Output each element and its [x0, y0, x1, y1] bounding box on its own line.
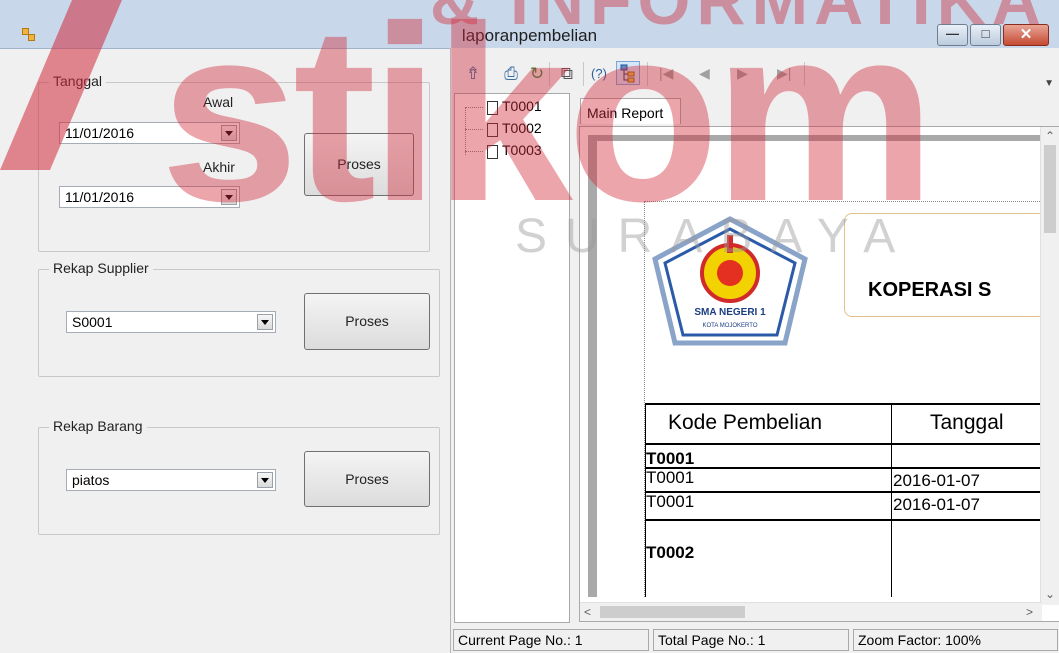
report-page: SMA NEGERI 1 KOTA MOJOKERTO KOPERASI S K… — [597, 141, 1042, 597]
report-viewer: ⇮ ⎙ ↻ ⧉ (?) |◀ ◀ ▶ ▶| ▼ T0001 T0002 T000… — [450, 48, 1059, 653]
window-title: laporanpembelian — [461, 26, 598, 45]
last-page-icon[interactable]: ▶| — [777, 65, 791, 82]
awal-label: Awal — [203, 94, 234, 110]
table-rule — [645, 403, 1042, 405]
viewer-toolbar: ⇮ ⎙ ↻ ⧉ (?) |◀ ◀ ▶ ▶| ▼ — [451, 48, 1059, 92]
previous-page-icon[interactable]: ◀ — [699, 65, 710, 82]
first-page-icon[interactable]: |◀ — [659, 65, 673, 82]
barang-dropdown-button[interactable] — [257, 472, 273, 488]
akhir-date-picker[interactable]: 11/01/2016 — [59, 186, 240, 208]
chevron-down-icon — [261, 478, 269, 483]
document-icon — [487, 123, 498, 137]
minimize-button[interactable]: — — [937, 24, 968, 46]
logo-subtext: KOTA MOJOKERTO — [702, 323, 757, 329]
column-header: Tanggal — [930, 411, 1004, 434]
supplier-dropdown-button[interactable] — [257, 314, 273, 330]
horizontal-scroll-thumb[interactable] — [600, 606, 745, 618]
table-cell: T0001 — [646, 468, 695, 487]
table-rule — [645, 491, 1042, 493]
minimize-icon: — — [946, 26, 959, 41]
awal-dropdown-button[interactable] — [221, 125, 237, 141]
zoom-status: Zoom Factor: 100% — [853, 629, 1058, 651]
supplier-proses-button[interactable]: Proses — [304, 293, 430, 350]
toolbar-separator — [583, 62, 584, 86]
group-header: T0002 — [646, 543, 695, 562]
close-icon: ✕ — [1019, 26, 1033, 43]
barang-combo[interactable]: piatos — [66, 469, 276, 491]
awal-date-value: 11/01/2016 — [65, 125, 135, 141]
supplier-value: S0001 — [72, 314, 113, 330]
tree-branch — [465, 129, 483, 130]
maximize-button[interactable]: □ — [970, 24, 1001, 46]
window-controls: — □ ✕ — [935, 24, 1049, 46]
tree-icon — [620, 64, 635, 83]
vertical-scrollbar[interactable]: ⌃ ⌄ — [1040, 127, 1059, 605]
supplier-combo[interactable]: S0001 — [66, 311, 276, 333]
tree-item-label: T0002 — [502, 120, 542, 136]
copy-icon[interactable]: ⧉ — [557, 64, 577, 84]
group-tree: T0001 T0002 T0003 — [454, 93, 570, 623]
horizontal-scrollbar[interactable]: < > — [580, 602, 1042, 621]
current-page-status: Current Page No.: 1 — [453, 629, 649, 651]
tab-main-report[interactable]: Main Report — [580, 98, 681, 124]
vertical-scroll-thumb[interactable] — [1044, 145, 1056, 233]
toolbar-separator — [647, 62, 648, 86]
table-rule — [645, 519, 1042, 521]
barang-legend: Rekap Barang — [49, 418, 147, 434]
table-cell: 2016-01-07 — [893, 471, 980, 490]
chevron-down-icon — [225, 131, 233, 136]
tree-branch — [465, 107, 483, 108]
report-canvas: SMA NEGERI 1 KOTA MOJOKERTO KOPERASI S K… — [579, 126, 1059, 622]
page-margin-line — [644, 201, 1042, 202]
barang-proses-button[interactable]: Proses — [304, 451, 430, 507]
tree-connector — [465, 108, 466, 155]
akhir-label: Akhir — [203, 159, 235, 175]
group-header: T0001 — [646, 449, 695, 468]
print-icon[interactable]: ⎙ — [501, 64, 521, 84]
scroll-right-icon[interactable]: > — [1026, 605, 1033, 619]
document-icon — [487, 101, 498, 115]
tanggal-proses-button[interactable]: Proses — [304, 133, 414, 196]
next-page-icon[interactable]: ▶ — [737, 65, 748, 82]
toolbar-overflow-icon[interactable]: ▼ — [1044, 78, 1054, 89]
tree-branch — [465, 151, 483, 152]
tree-item-label: T0003 — [502, 142, 542, 158]
company-name: KOPERASI S — [868, 279, 992, 301]
table-rule — [645, 443, 1042, 445]
akhir-date-value: 11/01/2016 — [65, 189, 135, 205]
scroll-left-icon[interactable]: < — [584, 605, 591, 619]
table-cell: 2016-01-07 — [893, 495, 980, 514]
document-icon — [487, 145, 498, 159]
maximize-icon: □ — [981, 26, 990, 41]
column-header: Kode Pembelian — [668, 411, 823, 434]
school-logo: SMA NEGERI 1 KOTA MOJOKERTO — [652, 216, 808, 346]
supplier-legend: Rekap Supplier — [49, 260, 153, 276]
table-rule — [645, 467, 1042, 469]
barang-value: piatos — [72, 472, 110, 488]
status-bar: Current Page No.: 1 Total Page No.: 1 Zo… — [451, 627, 1059, 653]
scroll-up-icon[interactable]: ⌃ — [1045, 129, 1055, 143]
tree-item-label: T0001 — [502, 98, 542, 114]
table-cell: T0001 — [646, 492, 695, 511]
help-icon[interactable]: (?) — [589, 64, 609, 84]
total-page-status: Total Page No.: 1 — [653, 629, 849, 651]
table-rule — [891, 403, 892, 597]
tanggal-legend: Tanggal — [49, 73, 107, 89]
close-button[interactable]: ✕ — [1003, 24, 1049, 46]
export-icon[interactable]: ⇮ — [463, 64, 483, 84]
group-tree-toggle[interactable] — [616, 61, 640, 85]
title-bar: laporanpembelian — □ ✕ — [0, 0, 1059, 49]
akhir-dropdown-button[interactable] — [221, 189, 237, 205]
awal-date-picker[interactable]: 11/01/2016 — [59, 122, 240, 144]
logo-text: SMA NEGERI 1 — [694, 307, 766, 318]
toolbar-separator — [804, 62, 805, 86]
refresh-icon[interactable]: ↻ — [527, 64, 547, 84]
toolbar-separator — [549, 62, 550, 86]
chevron-down-icon — [261, 320, 269, 325]
scroll-down-icon[interactable]: ⌄ — [1045, 587, 1055, 601]
chevron-down-icon — [225, 195, 233, 200]
